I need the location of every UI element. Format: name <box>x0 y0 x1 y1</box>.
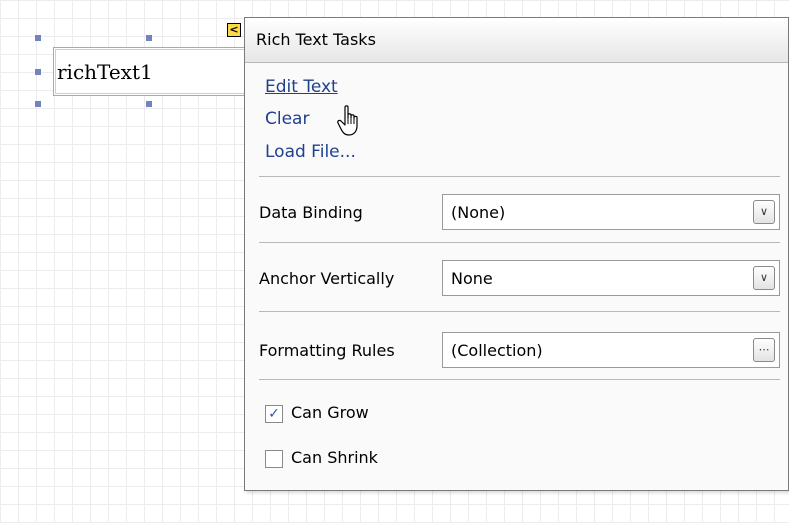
check-icon: ✓ <box>268 406 280 422</box>
anchor-vertically-value: None <box>451 269 493 288</box>
clear-link[interactable]: Clear <box>265 109 309 129</box>
resize-handle-bottom-middle[interactable] <box>146 101 152 107</box>
resize-handle-top-middle[interactable] <box>146 35 152 41</box>
anchor-vertically-combo[interactable]: None ∨ <box>442 260 780 296</box>
data-binding-label: Data Binding <box>259 203 363 222</box>
control-text: richText1 <box>57 60 153 84</box>
panel-title: Rich Text Tasks <box>245 18 788 63</box>
formatting-rules-label: Formatting Rules <box>259 341 395 360</box>
can-grow-checkbox[interactable]: ✓ <box>265 405 283 423</box>
resize-handle-middle-left[interactable] <box>35 69 41 75</box>
edit-text-link[interactable]: Edit Text <box>265 77 338 97</box>
anchor-vertically-label: Anchor Vertically <box>259 269 395 288</box>
hand-pointer-icon <box>337 105 358 136</box>
resize-handle-top-left[interactable] <box>35 35 41 41</box>
divider <box>259 176 780 177</box>
formatting-rules-value: (Collection) <box>451 341 543 360</box>
can-shrink-label[interactable]: Can Shrink <box>291 448 378 467</box>
smart-tag-button[interactable]: < <box>227 23 241 37</box>
tasks-panel: Rich Text Tasks Edit Text Clear Load Fil… <box>244 17 789 491</box>
divider <box>259 242 780 243</box>
can-shrink-checkbox[interactable] <box>265 450 283 468</box>
chevron-down-icon[interactable]: ∨ <box>753 266 775 290</box>
data-binding-combo[interactable]: (None) ∨ <box>442 194 780 230</box>
resize-handle-bottom-left[interactable] <box>35 101 41 107</box>
chevron-down-icon[interactable]: ∨ <box>753 200 775 224</box>
load-file-link[interactable]: Load File... <box>265 142 356 162</box>
can-grow-label[interactable]: Can Grow <box>291 403 369 422</box>
formatting-rules-field[interactable]: (Collection) ⋯ <box>442 332 780 368</box>
divider <box>259 379 780 380</box>
ellipsis-icon[interactable]: ⋯ <box>753 338 775 362</box>
data-binding-value: (None) <box>451 203 506 222</box>
divider <box>259 311 780 312</box>
